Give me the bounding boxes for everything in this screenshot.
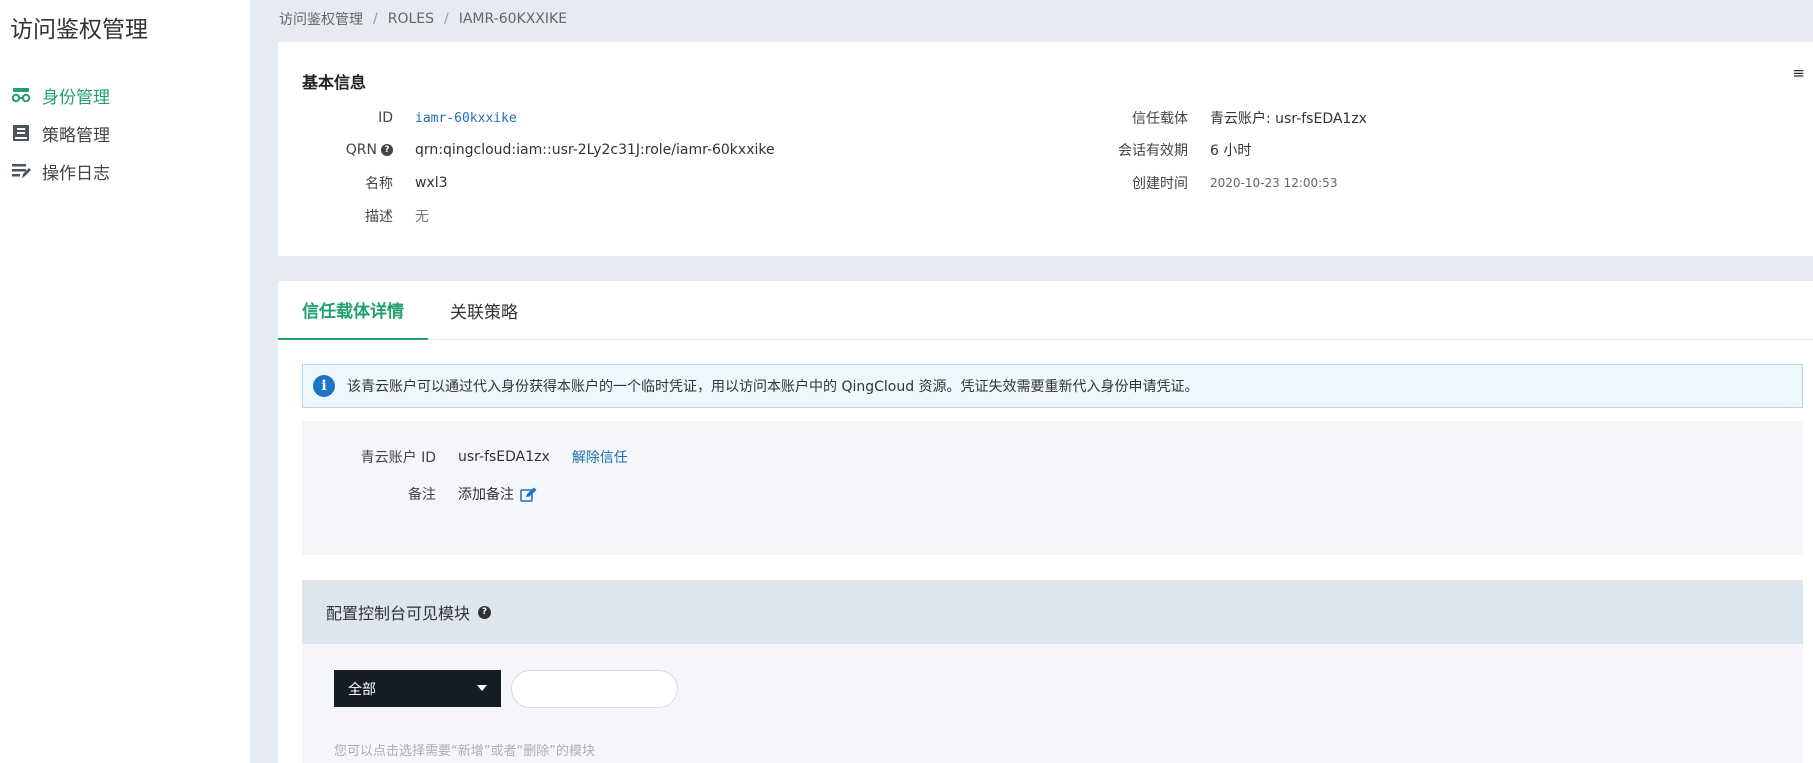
session-value: 6 小时 [1210,143,1252,159]
created-label: 创建时间 [1132,176,1188,192]
module-filter-select[interactable]: 全部 [334,670,501,707]
desc-value: 无 [415,209,429,225]
id-value: iamr-60kxxike [415,110,517,126]
module-hint: 您可以点击选择需要“新增”或者“删除”的模块 [334,744,595,759]
session-label: 会话有效期 [1118,143,1188,159]
note-label: 备注 [408,487,436,503]
created-row: 创建时间 2020-10-23 12:00:53 [1098,173,1337,193]
module-config-title: 配置控制台可见模块 [326,604,471,623]
basic-info-card: 基本信息 ≡ ID iamr-60kxxike QRN ? qrn:qingcl… [278,42,1813,256]
module-filter-value: 全部 [348,681,376,698]
qrn-label: QRN [345,142,377,158]
info-icon: i [313,375,335,397]
trust-detail-panel: 青云账户 ID usr-fsEDA1zx 解除信任 备注 添加备注 [302,421,1803,555]
add-note-text[interactable]: 添加备注 [458,484,514,504]
info-text: 该青云账户可以通过代入身份获得本账户的一个临时凭证，用以访问本账户中的 Qing… [347,379,1199,395]
created-value: 2020-10-23 12:00:53 [1210,176,1338,190]
module-config-panel: 配置控制台可见模块 ? 全部 您可以点击选择需要“新增”或者“删除”的模块 [302,580,1803,763]
note-row: 备注 添加备注 [302,484,537,504]
tab-bar: 信任载体详情 关联策略 [278,281,1813,340]
breadcrumb-separator: / [444,11,449,27]
breadcrumb-item-roles[interactable]: ROLES [388,11,434,27]
session-row: 会话有效期 6 小时 [1098,140,1251,160]
desc-row: 描述 无 [302,206,429,226]
name-value: wxl3 [415,175,448,191]
breadcrumb-item-iam[interactable]: 访问鉴权管理 [279,9,363,29]
tab-trust-detail[interactable]: 信任载体详情 [278,281,428,340]
breadcrumb: 访问鉴权管理 / ROLES / IAMR-60KXXIKE [279,9,567,29]
id-label: ID [378,110,393,126]
module-search-input[interactable] [511,670,678,708]
trust-value: 青云账户: usr-fsEDA1zx [1210,111,1367,127]
qrn-label-wrap: QRN ? [302,142,393,158]
identity-icon [10,84,32,106]
basic-info-title: 基本信息 [302,73,367,92]
detail-card: 信任载体详情 关联策略 i 该青云账户可以通过代入身份获得本账户的一个临时凭证，… [278,281,1813,763]
chevron-down-icon [477,685,487,691]
account-value: usr-fsEDA1zx [458,449,550,465]
help-icon[interactable]: ? [478,605,492,619]
account-label: 青云账户 ID [360,450,436,466]
edit-icon[interactable] [520,487,537,502]
account-row: 青云账户 ID usr-fsEDA1zx 解除信任 [302,447,628,467]
sidebar-item-policy[interactable]: 策略管理 [10,114,110,152]
sidebar-item-log[interactable]: 操作日志 [10,152,110,190]
info-notice: i 该青云账户可以通过代入身份获得本账户的一个临时凭证，用以访问本账户中的 Qi… [302,364,1803,408]
trust-row: 信任载体 青云账户: usr-fsEDA1zx [1098,108,1367,128]
sidebar-item-label: 操作日志 [42,163,110,184]
trust-label: 信任载体 [1132,111,1188,127]
menu-icon[interactable]: ≡ [1792,64,1805,82]
sidebar-nav: 身份管理 策略管理 操作日志 [10,76,110,190]
main-content: 访问鉴权管理 / ROLES / IAMR-60KXXIKE 基本信息 ≡ ID… [278,0,1813,763]
sidebar: 访问鉴权管理 身份管理 策略管理 操作日志 [0,0,250,763]
remove-trust-link[interactable]: 解除信任 [572,447,628,467]
id-row: ID iamr-60kxxike [302,108,517,128]
qrn-row: QRN ? qrn:qingcloud:iam::usr-2Ly2c31J:ro… [302,140,775,160]
breadcrumb-separator: / [373,11,378,27]
desc-label: 描述 [365,209,393,225]
qrn-value: qrn:qingcloud:iam::usr-2Ly2c31J:role/iam… [415,142,775,158]
breadcrumb-item-current: IAMR-60KXXIKE [458,11,568,27]
help-icon[interactable]: ? [381,144,393,156]
name-label: 名称 [365,176,393,192]
module-config-header: 配置控制台可见模块 ? [302,580,1803,644]
tab-policies[interactable]: 关联策略 [450,281,518,340]
name-row: 名称 wxl3 [302,173,448,193]
sidebar-item-label: 策略管理 [42,125,110,146]
policy-icon [10,122,32,144]
sidebar-title: 访问鉴权管理 [10,17,148,43]
sidebar-item-identity[interactable]: 身份管理 [10,76,110,114]
log-icon [10,160,32,182]
sidebar-item-label: 身份管理 [42,87,110,108]
